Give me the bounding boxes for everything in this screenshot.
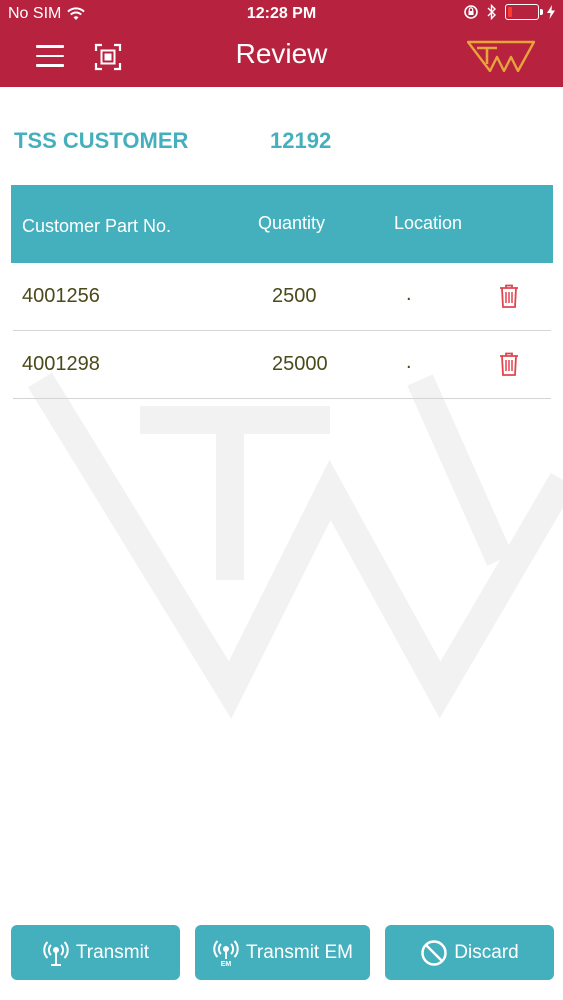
- items-table: Customer Part No. Quantity Location 4001…: [11, 185, 553, 399]
- nav-bar: Review: [0, 28, 563, 87]
- bluetooth-icon: [487, 4, 496, 20]
- column-header-location: Location: [394, 213, 463, 233]
- column-header-quantity: Quantity: [258, 213, 326, 233]
- transmit-em-button[interactable]: EM Transmit EM: [195, 925, 370, 980]
- status-right: [463, 4, 555, 20]
- table-row[interactable]: 4001298 25000 .: [13, 331, 551, 399]
- customer-number: 12192: [270, 128, 332, 153]
- discard-button[interactable]: Discard: [385, 925, 554, 980]
- column-header-part: Customer Part No.: [22, 216, 172, 236]
- company-logo: [467, 40, 535, 72]
- transmit-label: Transmit: [75, 941, 150, 963]
- discard-label: Discard: [454, 941, 519, 963]
- watermark-logo: [28, 372, 563, 719]
- transmit-button[interactable]: Transmit: [11, 925, 180, 980]
- trash-icon[interactable]: [498, 351, 520, 377]
- quantity: 25000: [272, 353, 328, 375]
- broadcast-icon: [43, 940, 69, 966]
- orientation-lock-icon: [464, 5, 478, 19]
- battery-icon: [505, 4, 543, 20]
- action-bar: Transmit EM Transmit EM Discard: [0, 920, 563, 1000]
- location: .: [406, 283, 412, 305]
- broadcast-em-icon: EM: [213, 939, 239, 967]
- prohibited-icon: [421, 939, 448, 966]
- customer-name: TSS CUSTOMER: [14, 128, 189, 153]
- part-number: 4001256: [22, 285, 100, 307]
- quantity: 2500: [272, 285, 317, 307]
- charging-bolt-icon: [547, 5, 555, 19]
- table-row[interactable]: 4001256 2500 .: [13, 263, 551, 331]
- svg-text:EM: EM: [221, 961, 232, 967]
- customer-info: TSS CUSTOMER 12192: [14, 128, 554, 158]
- location: .: [406, 351, 412, 373]
- part-number: 4001298: [22, 353, 100, 375]
- transmit-em-label: Transmit EM: [246, 941, 353, 963]
- table-header: Customer Part No. Quantity Location: [11, 185, 553, 263]
- trash-icon[interactable]: [498, 283, 520, 309]
- status-bar: No SIM 12:28 PM: [0, 0, 563, 28]
